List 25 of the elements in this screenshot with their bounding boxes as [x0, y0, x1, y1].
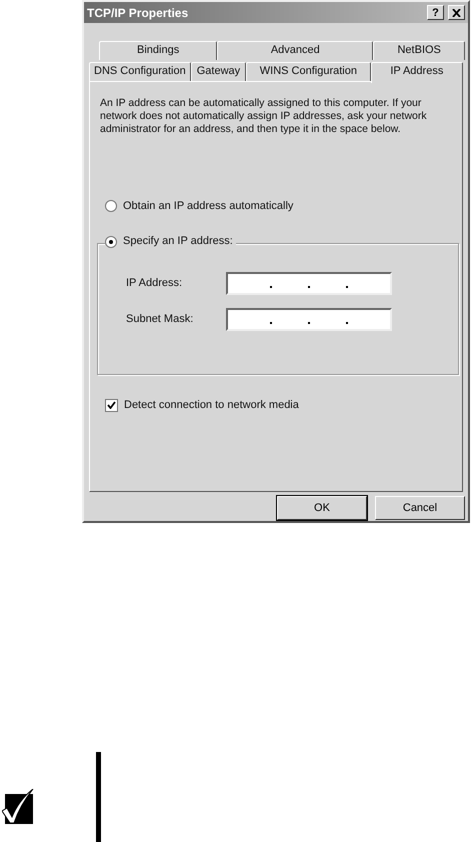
tab[interactable]: WINS Configuration: [246, 62, 371, 81]
option-label[interactable]: Specify an IP address:: [123, 233, 233, 250]
window-title: TCP/IP Properties: [87, 4, 188, 22]
ip-input-field[interactable]: [226, 272, 392, 295]
radio-button[interactable]: [105, 236, 117, 248]
checkbox-label[interactable]: Detect connection to network media: [124, 396, 299, 414]
close-button[interactable]: [448, 5, 465, 20]
checkmark-icon: [2, 789, 34, 825]
tab[interactable]: NetBIOS: [373, 41, 465, 60]
tab[interactable]: Bindings: [99, 41, 218, 60]
tab[interactable]: Gateway: [190, 62, 246, 81]
field-label: Subnet Mask:: [126, 312, 194, 327]
radio-button[interactable]: [105, 200, 117, 212]
ip-input-field[interactable]: [226, 308, 392, 331]
field-label: IP Address:: [126, 276, 184, 291]
tab[interactable]: DNS Configuration: [89, 62, 191, 81]
tab[interactable]: IP Address: [370, 62, 463, 83]
description-text: An IP address can be automatically assigned to this computer. If your network does not automatically assign IP addresses, ask your network administrator for an address, and then type it in the space below.: [100, 97, 428, 136]
help-button[interactable]: ?: [427, 5, 444, 20]
dialog-button[interactable]: Cancel: [375, 496, 465, 520]
checkbox[interactable]: [105, 398, 118, 412]
dialog-button[interactable]: OK: [277, 496, 367, 520]
tab[interactable]: Advanced: [217, 41, 374, 60]
close-icon: [452, 8, 461, 16]
option-label[interactable]: Obtain an IP address automatically: [123, 198, 294, 214]
